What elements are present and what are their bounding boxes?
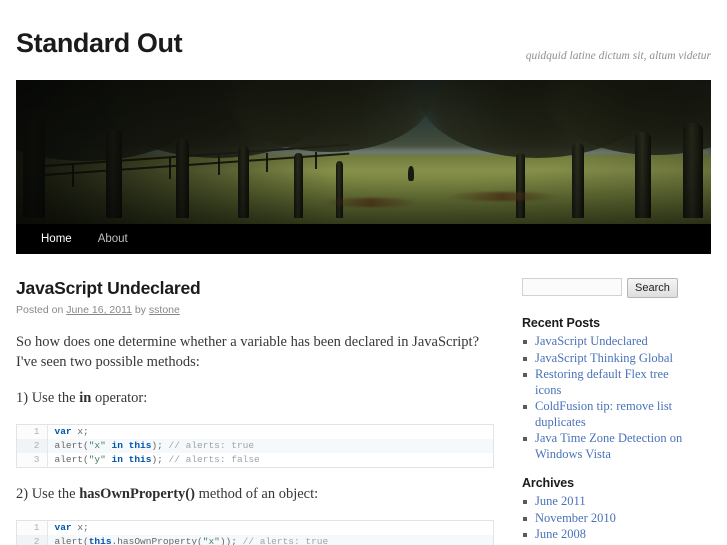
post-date-link[interactable]: June 16, 2011 [66, 304, 132, 316]
page-body: JavaScript Undeclared Posted on June 16,… [16, 254, 711, 545]
code-line-number: 1 [17, 425, 48, 439]
code-token-fn: alert( [54, 454, 89, 465]
main-navigation: Home About [16, 224, 711, 254]
search-button[interactable]: Search [627, 278, 678, 298]
list-item: June 2011 [522, 494, 691, 510]
code-block-2[interactable]: 1 var x; 2 alert(this.hasOwnProperty("x"));… [16, 520, 494, 545]
list-item: June 2008 [522, 527, 691, 543]
nav-item-about[interactable]: About [85, 224, 141, 254]
code-table: 1 var x; 2 alert(this.hasOwnProperty("x"));… [17, 521, 493, 545]
code-line-number: 2 [17, 439, 48, 453]
post-meta-prefix: Posted on [16, 304, 67, 316]
widget-title: Archives [522, 476, 575, 490]
list-item: JavaScript Thinking Global [522, 351, 691, 367]
banner-vignette-overlay [16, 80, 711, 224]
main-content: JavaScript Undeclared Posted on June 16,… [16, 278, 516, 545]
code-line-number: 3 [17, 453, 48, 467]
code-token-com: // alerts: true [242, 536, 329, 545]
nav-item-home[interactable]: Home [28, 224, 85, 254]
code-body-1: 1 var x; 2 alert("x" in this); // alerts: t… [17, 425, 493, 467]
site-description: quidquid latine dictum sit, altum videtu… [525, 50, 711, 62]
list-item: ColdFusion tip: remove list duplicates [522, 399, 691, 430]
widget-link[interactable]: June 2011 [535, 494, 586, 508]
code-line: 1 var x; [17, 425, 493, 439]
code-line: 2 alert(this.hasOwnProperty("x")); // ale… [17, 535, 493, 545]
code-token-kw: var [54, 426, 78, 437]
widget-list: JavaScript Undeclared JavaScript Thinking… [522, 334, 691, 462]
code-token-com: // alerts: true [168, 440, 255, 451]
code-token-fn: x; [77, 522, 89, 533]
search-form: Search [522, 278, 691, 298]
search-input[interactable] [522, 278, 622, 296]
code-table: 1 var x; 2 alert("x" in this); // alerts: t… [17, 425, 493, 467]
widget-list: June 2011November 2010June 2008December … [522, 494, 691, 545]
code-line-text: alert("x" in this); // alerts: true [47, 439, 493, 453]
code-token-kw: var [54, 522, 78, 533]
code-line-text: alert("y" in this); // alerts: false [47, 453, 493, 467]
code-token-fn: .hasOwnProperty( [111, 536, 203, 545]
header-banner-image [16, 80, 711, 224]
para3-post: method of an object: [194, 486, 319, 502]
list-item: JavaScript Undeclared [522, 334, 691, 350]
code-token-fn: )); [219, 536, 243, 545]
code-line-number: 1 [17, 521, 48, 535]
code-token-fn: ); [151, 454, 169, 465]
code-body-2: 1 var x; 2 alert(this.hasOwnProperty("x"));… [17, 521, 493, 545]
post-paragraph-3: 2) Use the hasOwnProperty() method of an… [16, 484, 496, 504]
widget-title: Recent Posts [522, 316, 600, 330]
sidebar: Search Recent Posts JavaScript Undeclared… [516, 278, 691, 545]
widget-recent-posts: Recent Posts JavaScript Undeclared JavaScr… [522, 316, 691, 462]
post-title: JavaScript Undeclared [16, 278, 201, 298]
para3-pre: 2) Use the [16, 486, 80, 502]
code-token-kw: in this [105, 454, 152, 465]
post-meta: Posted on June 16, 2011 by sstone [16, 304, 496, 316]
widget-link[interactable]: November 2010 [535, 511, 616, 525]
list-item: Restoring default Flex tree icons [522, 367, 691, 398]
code-token-kw: this [88, 536, 112, 545]
widget-archives: ArchivesJune 2011November 2010June 2008D… [522, 476, 691, 545]
widget-link[interactable]: June 2008 [535, 527, 586, 541]
code-token-fn: x; [77, 426, 89, 437]
code-line: 3 alert("y" in this); // alerts: false [17, 453, 493, 467]
code-token-fn: alert( [54, 440, 89, 451]
code-line: 2 alert("x" in this); // alerts: true [17, 439, 493, 453]
code-token-str: "x" [202, 536, 220, 545]
code-block-1[interactable]: 1 var x; 2 alert("x" in this); // alerts: t… [16, 424, 494, 468]
post-author-link[interactable]: sstone [149, 304, 180, 316]
widget-link[interactable]: JavaScript Thinking Global [535, 351, 673, 365]
para3-keyword: hasOwnProperty() [79, 486, 195, 502]
widget-link[interactable]: Java Time Zone Detection on Windows Vist… [535, 431, 682, 461]
list-item: Java Time Zone Detection on Windows Vist… [522, 431, 691, 462]
code-token-kw: in this [105, 440, 152, 451]
code-line-text: var x; [47, 521, 493, 535]
widget-link[interactable]: Restoring default Flex tree icons [535, 367, 669, 397]
code-line-number: 2 [17, 535, 48, 545]
page-root: Standard Out quidquid latine dictum sit,… [0, 0, 727, 545]
post-paragraph-2: 1) Use the in operator: [16, 388, 496, 408]
post-meta-by: by [131, 304, 149, 316]
code-line-text: var x; [47, 425, 493, 439]
list-item: November 2010 [522, 511, 691, 527]
para2-post: operator: [91, 390, 148, 406]
site-masthead: Standard Out quidquid latine dictum sit,… [0, 0, 727, 80]
post-paragraph-1: So how does one determine whether a vari… [16, 334, 480, 370]
para2-pre: 1) Use the [16, 390, 80, 406]
code-token-str: "y" [88, 454, 106, 465]
sidebar-widgets: Recent Posts JavaScript Undeclared JavaScr… [522, 316, 691, 545]
widget-link[interactable]: ColdFusion tip: remove list duplicates [535, 399, 672, 429]
code-line: 1 var x; [17, 521, 493, 535]
code-line-text: alert(this.hasOwnProperty("x")); // aler… [47, 535, 493, 545]
code-token-fn: ); [151, 440, 169, 451]
code-token-str: "x" [88, 440, 106, 451]
widget-link[interactable]: JavaScript Undeclared [535, 334, 648, 348]
code-token-com: // alerts: false [168, 454, 260, 465]
code-token-fn: alert( [54, 536, 89, 545]
para2-keyword: in [79, 390, 92, 406]
